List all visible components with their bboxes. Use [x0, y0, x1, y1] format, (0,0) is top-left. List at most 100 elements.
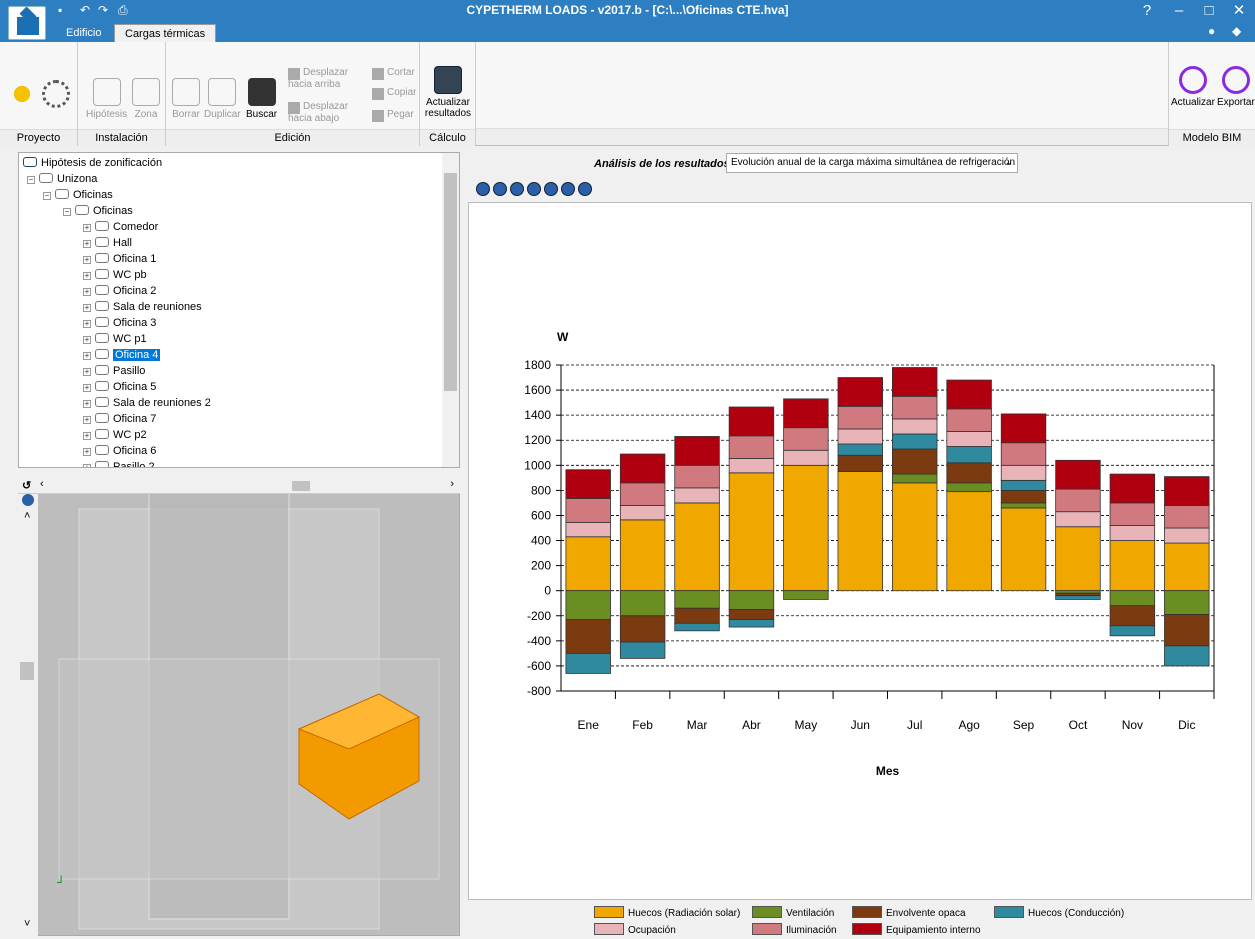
- zoom-reset-icon[interactable]: [476, 182, 490, 196]
- tab-cargas-termicas[interactable]: Cargas térmicas: [114, 24, 217, 42]
- export-image-icon[interactable]: [578, 182, 592, 196]
- climate-button[interactable]: [8, 80, 36, 111]
- bar-segment: [1055, 488, 1101, 513]
- copiar-button[interactable]: Copiar: [372, 88, 416, 100]
- scroll-thumb[interactable]: [444, 173, 457, 391]
- buscar-button[interactable]: Buscar: [246, 78, 277, 120]
- scroll-left-icon[interactable]: ‹: [40, 478, 44, 490]
- tree-item[interactable]: + Oficina 5: [83, 379, 156, 395]
- expand-icon[interactable]: +: [83, 352, 91, 360]
- project-settings-button[interactable]: [42, 80, 70, 111]
- desplazar-arriba-button[interactable]: Desplazar hacia arriba: [288, 68, 352, 90]
- expand-icon[interactable]: +: [83, 256, 91, 264]
- collapse-icon[interactable]: −: [63, 208, 71, 216]
- tree-item[interactable]: + WC p2: [83, 427, 147, 443]
- room-icon: [95, 381, 109, 391]
- tree-item[interactable]: + Oficina 4: [83, 347, 161, 363]
- bar-segment: [891, 448, 938, 475]
- tree-item[interactable]: + Pasillo 2: [83, 459, 155, 467]
- expand-icon[interactable]: +: [83, 240, 91, 248]
- zoom-in-icon[interactable]: [510, 182, 524, 196]
- tree-item[interactable]: + Hall: [83, 235, 132, 251]
- x-tick-label: Feb: [632, 718, 653, 732]
- expand-icon[interactable]: +: [83, 288, 91, 296]
- close-button[interactable]: ✕: [1224, 0, 1254, 22]
- expand-icon[interactable]: +: [83, 384, 91, 392]
- tree-oficinas-1[interactable]: − Oficinas: [43, 187, 113, 203]
- hipotesis-button[interactable]: Hipótesis: [86, 78, 127, 120]
- help-button[interactable]: ?: [1132, 0, 1162, 22]
- pan-hand-icon[interactable]: [561, 182, 575, 196]
- actualizar-resultados-button[interactable]: Actualizar resultados: [424, 66, 472, 119]
- tree-scrollbar[interactable]: [442, 153, 459, 467]
- analysis-select[interactable]: Evolución anual de la carga máxima simul…: [726, 153, 1018, 173]
- globe-icon[interactable]: ●: [1208, 24, 1215, 38]
- group-label: Edición: [166, 129, 419, 146]
- cortar-button[interactable]: Cortar: [372, 68, 415, 80]
- model-3d-view[interactable]: ⅃: [18, 478, 460, 936]
- rotate-icon[interactable]: ↺: [22, 479, 31, 492]
- bar-segment: [1109, 473, 1156, 504]
- expand-icon[interactable]: +: [83, 304, 91, 312]
- tree-root[interactable]: Hipótesis de zonificación: [23, 155, 162, 171]
- bar-segment: [946, 446, 992, 464]
- expand-icon[interactable]: +: [83, 368, 91, 376]
- tree-oficinas-2-label: Oficinas: [93, 205, 133, 217]
- vscroll-thumb[interactable]: [20, 662, 34, 680]
- zoom-fit-icon[interactable]: [493, 182, 507, 196]
- desplazar-abajo-button[interactable]: Desplazar hacia abajo: [288, 102, 352, 124]
- settings-icon[interactable]: ◆: [1232, 24, 1241, 38]
- expand-icon[interactable]: +: [83, 320, 91, 328]
- hscroll-thumb[interactable]: [292, 481, 310, 491]
- expand-icon[interactable]: +: [83, 336, 91, 344]
- bar-segment: [619, 641, 666, 659]
- actualizar-bim-button[interactable]: Actualizar: [1171, 66, 1215, 108]
- tree-item[interactable]: + Pasillo: [83, 363, 145, 379]
- maximize-button[interactable]: □: [1194, 0, 1224, 22]
- expand-icon[interactable]: +: [83, 432, 91, 440]
- pegar-button[interactable]: Pegar: [372, 110, 414, 122]
- borrar-button[interactable]: Borrar: [172, 78, 200, 120]
- tree-item[interactable]: + WC p1: [83, 331, 147, 347]
- tree-oficinas-2[interactable]: − Oficinas: [63, 203, 133, 219]
- tree-item[interactable]: + Sala de reuniones 2: [83, 395, 211, 411]
- tree-item[interactable]: + Sala de reuniones: [83, 299, 202, 315]
- tree-item[interactable]: + WC pb: [83, 267, 147, 283]
- bar-segment: [1164, 614, 1210, 647]
- minimize-button[interactable]: –: [1164, 0, 1194, 22]
- expand-icon[interactable]: +: [83, 272, 91, 280]
- scroll-right-icon[interactable]: ›: [450, 478, 454, 490]
- room-icon: [95, 429, 109, 439]
- tree-item[interactable]: + Oficina 6: [83, 443, 156, 459]
- expand-icon[interactable]: +: [83, 224, 91, 232]
- copy-icon: [372, 88, 384, 100]
- tree-item[interactable]: + Comedor: [83, 219, 158, 235]
- expand-icon[interactable]: +: [83, 464, 91, 467]
- view-vertical-scrollbar[interactable]: ˄ ˅: [18, 494, 38, 936]
- tree-item[interactable]: + Oficina 2: [83, 283, 156, 299]
- collapse-icon[interactable]: −: [27, 176, 35, 184]
- scroll-up-icon[interactable]: ˄: [24, 510, 30, 522]
- tree-item[interactable]: + Oficina 3: [83, 315, 156, 331]
- expand-icon[interactable]: +: [83, 416, 91, 424]
- house-icon: [55, 189, 69, 199]
- tree-item[interactable]: + Oficina 1: [83, 251, 156, 267]
- tree-item[interactable]: + Oficina 7: [83, 411, 156, 427]
- expand-icon[interactable]: +: [83, 448, 91, 456]
- zona-button[interactable]: Zona: [132, 78, 160, 120]
- visibility-icon[interactable]: [22, 494, 34, 506]
- tree-unizona[interactable]: − Unizona: [27, 171, 97, 187]
- zoom-out-icon[interactable]: [544, 182, 558, 196]
- bar-segment: [946, 431, 992, 447]
- refresh-icon[interactable]: [527, 182, 541, 196]
- duplicar-label: Duplicar: [204, 109, 241, 120]
- collapse-icon[interactable]: −: [43, 192, 51, 200]
- bar-segment: [946, 482, 992, 493]
- expand-icon[interactable]: +: [83, 400, 91, 408]
- duplicar-button[interactable]: Duplicar: [204, 78, 241, 120]
- exportar-bim-button[interactable]: Exportar: [1217, 66, 1255, 108]
- bar-segment: [1055, 459, 1101, 490]
- tab-edificio[interactable]: Edificio: [56, 24, 111, 42]
- x-tick-label: Sep: [1013, 718, 1035, 732]
- scroll-down-icon[interactable]: ˅: [24, 918, 30, 930]
